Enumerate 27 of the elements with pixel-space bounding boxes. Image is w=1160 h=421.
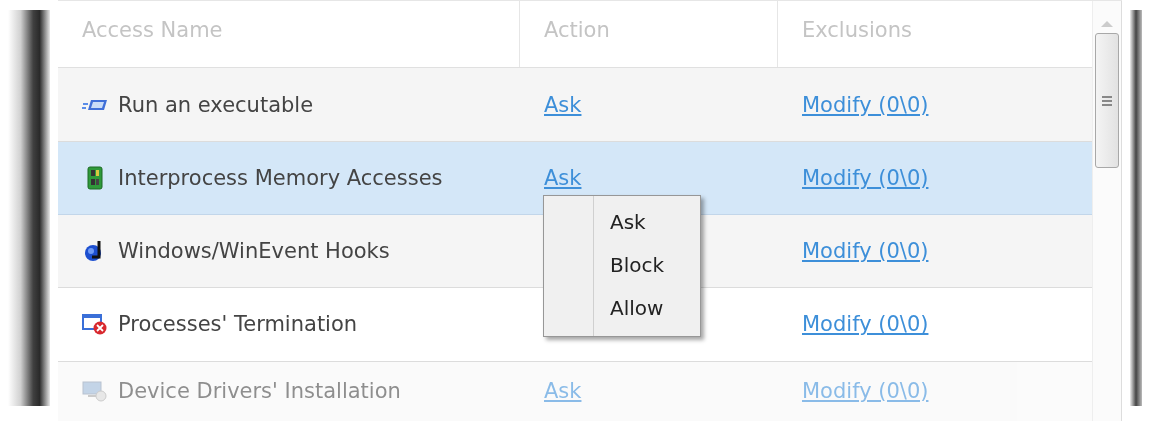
exclusions-link[interactable]: Modify (0\0) <box>802 312 929 337</box>
window-close-icon <box>82 312 108 337</box>
column-header[interactable]: Action <box>544 18 610 43</box>
access-name: Device Drivers' Installation <box>118 379 401 404</box>
action-link[interactable]: Ask <box>544 379 582 404</box>
access-name: Run an executable <box>118 92 314 117</box>
runner-icon <box>82 97 108 112</box>
exclusions-link[interactable]: Modify (0\0) <box>802 239 929 264</box>
action-link[interactable]: Ask <box>544 165 582 190</box>
access-name: Processes' Termination <box>118 312 358 337</box>
exclusions-link[interactable]: Modify (0\0) <box>802 379 929 404</box>
scrollbar[interactable] <box>1092 1 1122 421</box>
table-row[interactable]: Device Drivers' Installation Ask Modify (0\0) <box>58 361 1092 421</box>
table-row[interactable]: Run an executable Ask Modify (0\0) <box>58 68 1092 142</box>
menu-item[interactable]: Allow <box>594 290 700 333</box>
column-header[interactable]: Access Name <box>82 18 223 43</box>
column-header[interactable]: Exclusions <box>802 18 912 43</box>
action-link[interactable]: Ask <box>544 92 582 117</box>
scroll-thumb[interactable] <box>1095 33 1119 168</box>
menu-item[interactable]: Block <box>594 247 700 290</box>
access-name: Windows/WinEvent Hooks <box>118 239 390 264</box>
table-row[interactable]: Interprocess Memory Accesses Ask Modify (0\0) <box>58 141 1092 215</box>
access-name: Interprocess Memory Accesses <box>118 165 443 190</box>
exclusions-link[interactable]: Modify (0\0) <box>802 165 929 190</box>
exclusions-link[interactable]: Modify (0\0) <box>802 92 929 117</box>
scroll-up-icon[interactable] <box>1101 21 1113 27</box>
monitor-gear-icon <box>82 379 108 404</box>
